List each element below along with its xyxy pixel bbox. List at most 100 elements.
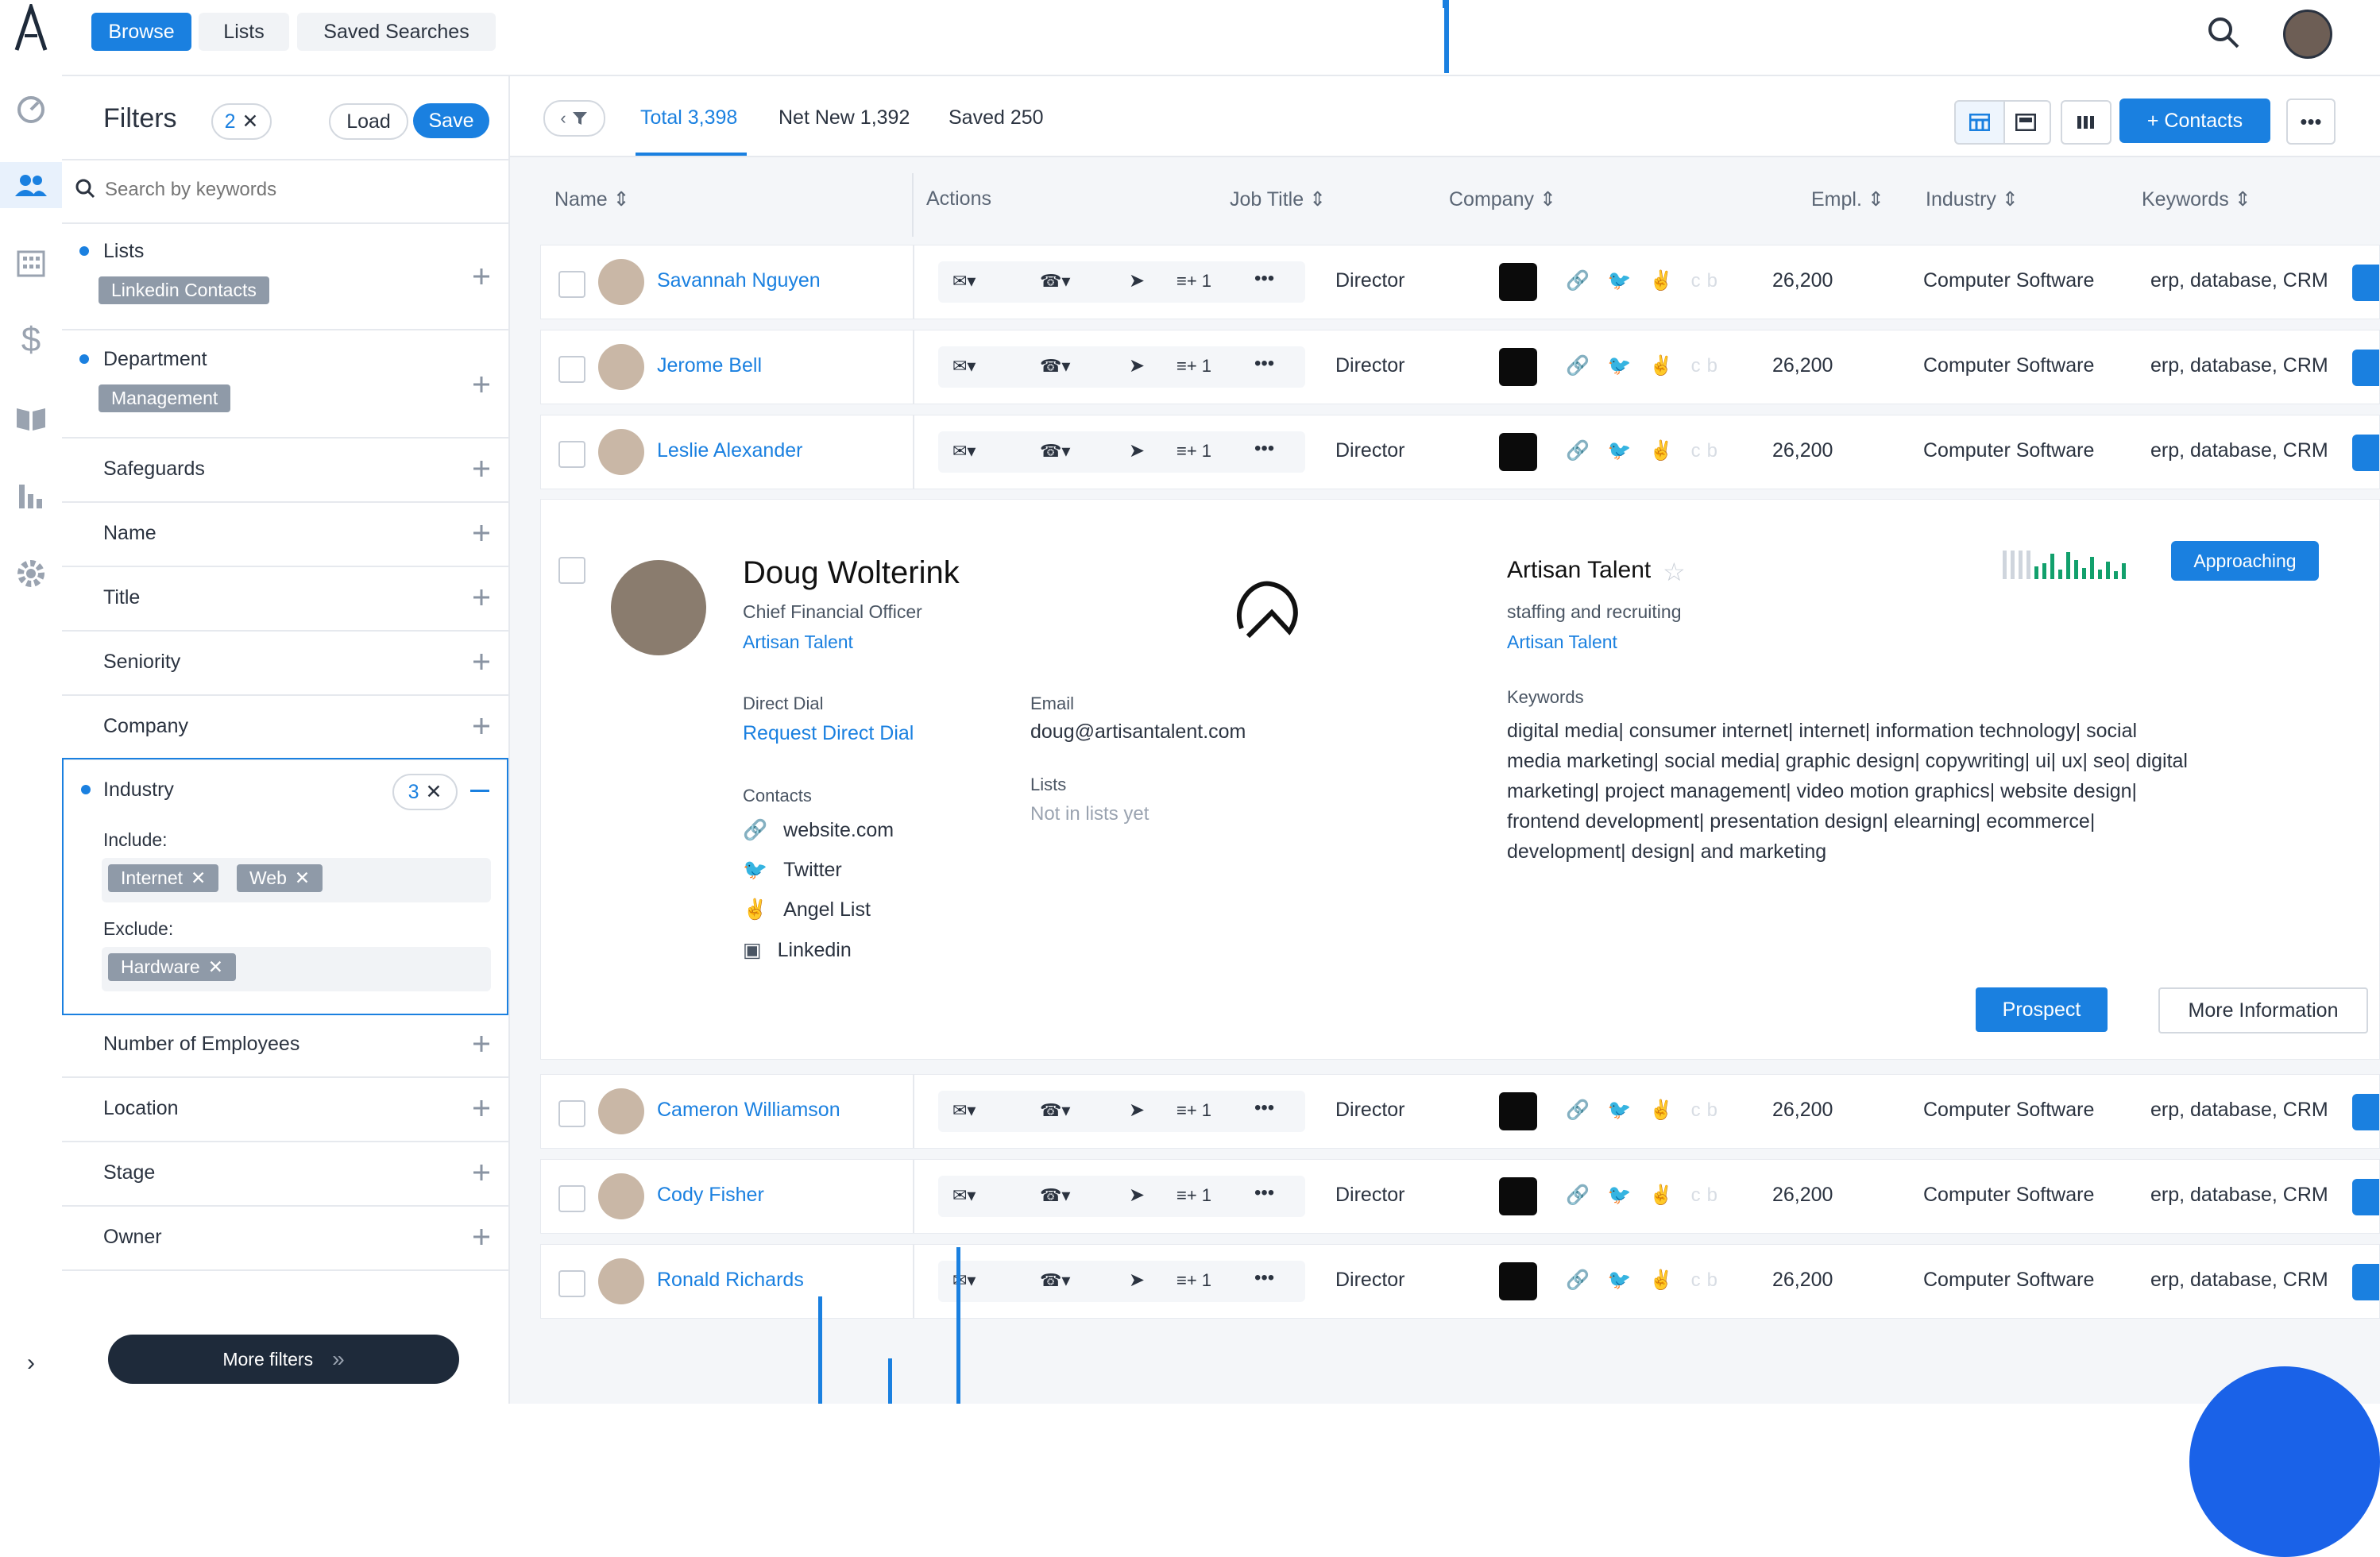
plus-icon[interactable] — [472, 1227, 491, 1246]
filter-tag[interactable]: Linkedin Contacts — [99, 276, 269, 304]
contact-name-link[interactable]: Savannah Nguyen — [657, 269, 821, 292]
contact-link-website[interactable]: 🔗 website.com — [743, 819, 894, 842]
company-logo-icon[interactable] — [1499, 1092, 1537, 1130]
remove-tag-icon[interactable]: ✕ — [295, 867, 310, 889]
select-checkbox[interactable] — [558, 356, 585, 383]
select-checkbox[interactable] — [558, 1185, 585, 1212]
tab-saved-searches[interactable]: Saved Searches — [297, 13, 496, 51]
call-action-icon[interactable]: ☎▾ — [1040, 271, 1070, 292]
email-action-icon[interactable]: ✉▾ — [952, 271, 976, 292]
filter-seniority[interactable]: Seniority — [62, 632, 508, 696]
contact-link-angellist[interactable]: ✌ Angel List — [743, 898, 871, 921]
filter-title[interactable]: Title — [62, 567, 508, 632]
row-action-tab[interactable] — [2352, 1264, 2379, 1300]
filter-lists[interactable]: Lists Linkedin Contacts — [62, 222, 508, 330]
contact-link-twitter[interactable]: 🐦 Twitter — [743, 859, 842, 882]
tab-lists[interactable]: Lists — [199, 13, 289, 51]
plus-icon[interactable] — [472, 717, 491, 736]
floating-action-circle[interactable] — [2189, 1366, 2380, 1557]
column-header-keywords[interactable]: Keywords ⇕ — [2142, 187, 2251, 211]
remove-tag-icon[interactable]: ✕ — [208, 956, 223, 978]
row-action-tab[interactable] — [2352, 350, 2379, 386]
exclude-tag[interactable]: Hardware ✕ — [108, 953, 236, 981]
select-checkbox[interactable] — [558, 441, 585, 468]
include-tag[interactable]: Web ✕ — [237, 864, 323, 892]
company-logo-icon[interactable] — [1499, 433, 1537, 471]
company-logo-icon[interactable] — [1499, 263, 1537, 301]
email-action-icon[interactable]: ✉▾ — [952, 441, 976, 462]
send-icon[interactable]: ➤ — [1129, 354, 1145, 377]
dollar-icon[interactable]: $ — [0, 318, 62, 362]
row-action-tab[interactable] — [2352, 265, 2379, 301]
row-action-tab[interactable] — [2352, 1094, 2379, 1130]
send-icon[interactable]: ➤ — [1129, 1184, 1145, 1207]
contact-link-linkedin[interactable]: ▣ Linkedin — [743, 938, 852, 962]
stage-badge[interactable]: Approaching — [2171, 541, 2319, 581]
prospect-button[interactable]: Prospect — [1976, 987, 2108, 1032]
column-header-name[interactable]: Name ⇕ — [554, 187, 630, 211]
more-icon[interactable]: ••• — [1254, 353, 1274, 375]
user-avatar[interactable] — [2283, 10, 2332, 59]
more-options-icon[interactable]: ••• — [2286, 99, 2336, 145]
contact-name-link[interactable]: Leslie Alexander — [657, 439, 802, 462]
more-information-button[interactable]: More Information — [2158, 987, 2368, 1033]
people-icon[interactable] — [0, 162, 62, 208]
contact-row[interactable]: Jerome Bell ✉▾ ☎▾ ➤ ≡+ 1 ••• Director 🔗 🐦 ✌ cb 2… — [540, 330, 2380, 404]
plus-icon[interactable] — [472, 1163, 491, 1182]
filter-owner[interactable]: Owner — [62, 1207, 508, 1271]
call-action-icon[interactable]: ☎▾ — [1040, 441, 1070, 462]
row-action-tab[interactable] — [2352, 435, 2379, 471]
add-to-list-icon[interactable]: ≡+ 1 — [1176, 1100, 1211, 1121]
tab-saved[interactable]: Saved 250 — [949, 106, 1044, 129]
search-input[interactable] — [103, 175, 472, 205]
dashboard-gauge-icon[interactable] — [0, 87, 62, 132]
clear-filters-icon[interactable]: ✕ — [241, 110, 258, 133]
call-action-icon[interactable]: ☎▾ — [1040, 1100, 1070, 1121]
send-icon[interactable]: ➤ — [1129, 269, 1145, 292]
gear-icon[interactable] — [0, 553, 62, 594]
email-action-icon[interactable]: ✉▾ — [952, 1100, 976, 1121]
add-to-list-icon[interactable]: ≡+ 1 — [1176, 1185, 1211, 1206]
column-header-company[interactable]: Company ⇕ — [1449, 187, 1556, 211]
contact-row[interactable]: Cameron Williamson ✉▾ ☎▾ ➤ ≡+ 1 ••• Director 🔗 … — [540, 1074, 2380, 1149]
call-action-icon[interactable]: ☎▾ — [1040, 1185, 1070, 1206]
row-action-tab[interactable] — [2352, 1179, 2379, 1215]
contact-name-link[interactable]: Ronald Richards — [657, 1269, 804, 1292]
more-icon[interactable]: ••• — [1254, 1267, 1274, 1289]
expand-chevron-icon[interactable]: › — [0, 1347, 62, 1379]
industry-count-badge[interactable]: 3 ✕ — [392, 774, 458, 810]
send-icon[interactable]: ➤ — [1129, 1269, 1145, 1292]
contact-name-link[interactable]: Jerome Bell — [657, 354, 762, 377]
plus-icon[interactable] — [472, 375, 491, 394]
favorite-star-icon[interactable]: ☆ — [1663, 557, 1686, 587]
columns-icon[interactable] — [2061, 100, 2111, 145]
email-action-icon[interactable]: ✉▾ — [952, 356, 976, 377]
plus-icon[interactable] — [472, 267, 491, 286]
filter-industry-expanded[interactable]: Industry 3 ✕ Include: Internet ✕ Web ✕ Exc… — [62, 758, 508, 1015]
add-to-list-icon[interactable]: ≡+ 1 — [1176, 271, 1211, 292]
collapse-minus-icon[interactable] — [470, 790, 489, 792]
request-direct-dial-link[interactable]: Request Direct Dial — [743, 722, 914, 745]
more-icon[interactable]: ••• — [1254, 1097, 1274, 1119]
exclude-tags-box[interactable]: Hardware ✕ — [102, 947, 491, 991]
plus-icon[interactable] — [472, 1099, 491, 1118]
contact-row[interactable]: Ronald Richards ✉▾ ☎▾ ➤ ≡+ 1 ••• Director 🔗 🐦 ✌… — [540, 1244, 2380, 1319]
add-to-list-icon[interactable]: ≡+ 1 — [1176, 441, 1211, 462]
more-filters-button[interactable]: More filters » — [108, 1335, 459, 1384]
select-checkbox[interactable] — [558, 1270, 585, 1297]
more-icon[interactable]: ••• — [1254, 438, 1274, 460]
filter-tag[interactable]: Management — [99, 384, 231, 412]
filter-location[interactable]: Location — [62, 1078, 508, 1142]
add-to-list-icon[interactable]: ≡+ 1 — [1176, 1270, 1211, 1291]
bar-chart-icon[interactable] — [0, 475, 62, 515]
book-icon[interactable] — [0, 399, 62, 439]
plus-icon[interactable] — [472, 652, 491, 671]
filter-number-of-employees[interactable]: Number of Employees — [62, 1014, 508, 1078]
filter-safeguards[interactable]: Safeguards — [62, 439, 508, 503]
filter-department[interactable]: Department Management — [62, 330, 508, 439]
send-icon[interactable]: ➤ — [1129, 439, 1145, 462]
send-icon[interactable]: ➤ — [1129, 1099, 1145, 1122]
card-view-icon[interactable] — [2002, 100, 2051, 145]
column-header-industry[interactable]: Industry ⇕ — [1926, 187, 2019, 211]
email-value[interactable]: doug@artisantalent.com — [1030, 721, 1246, 744]
